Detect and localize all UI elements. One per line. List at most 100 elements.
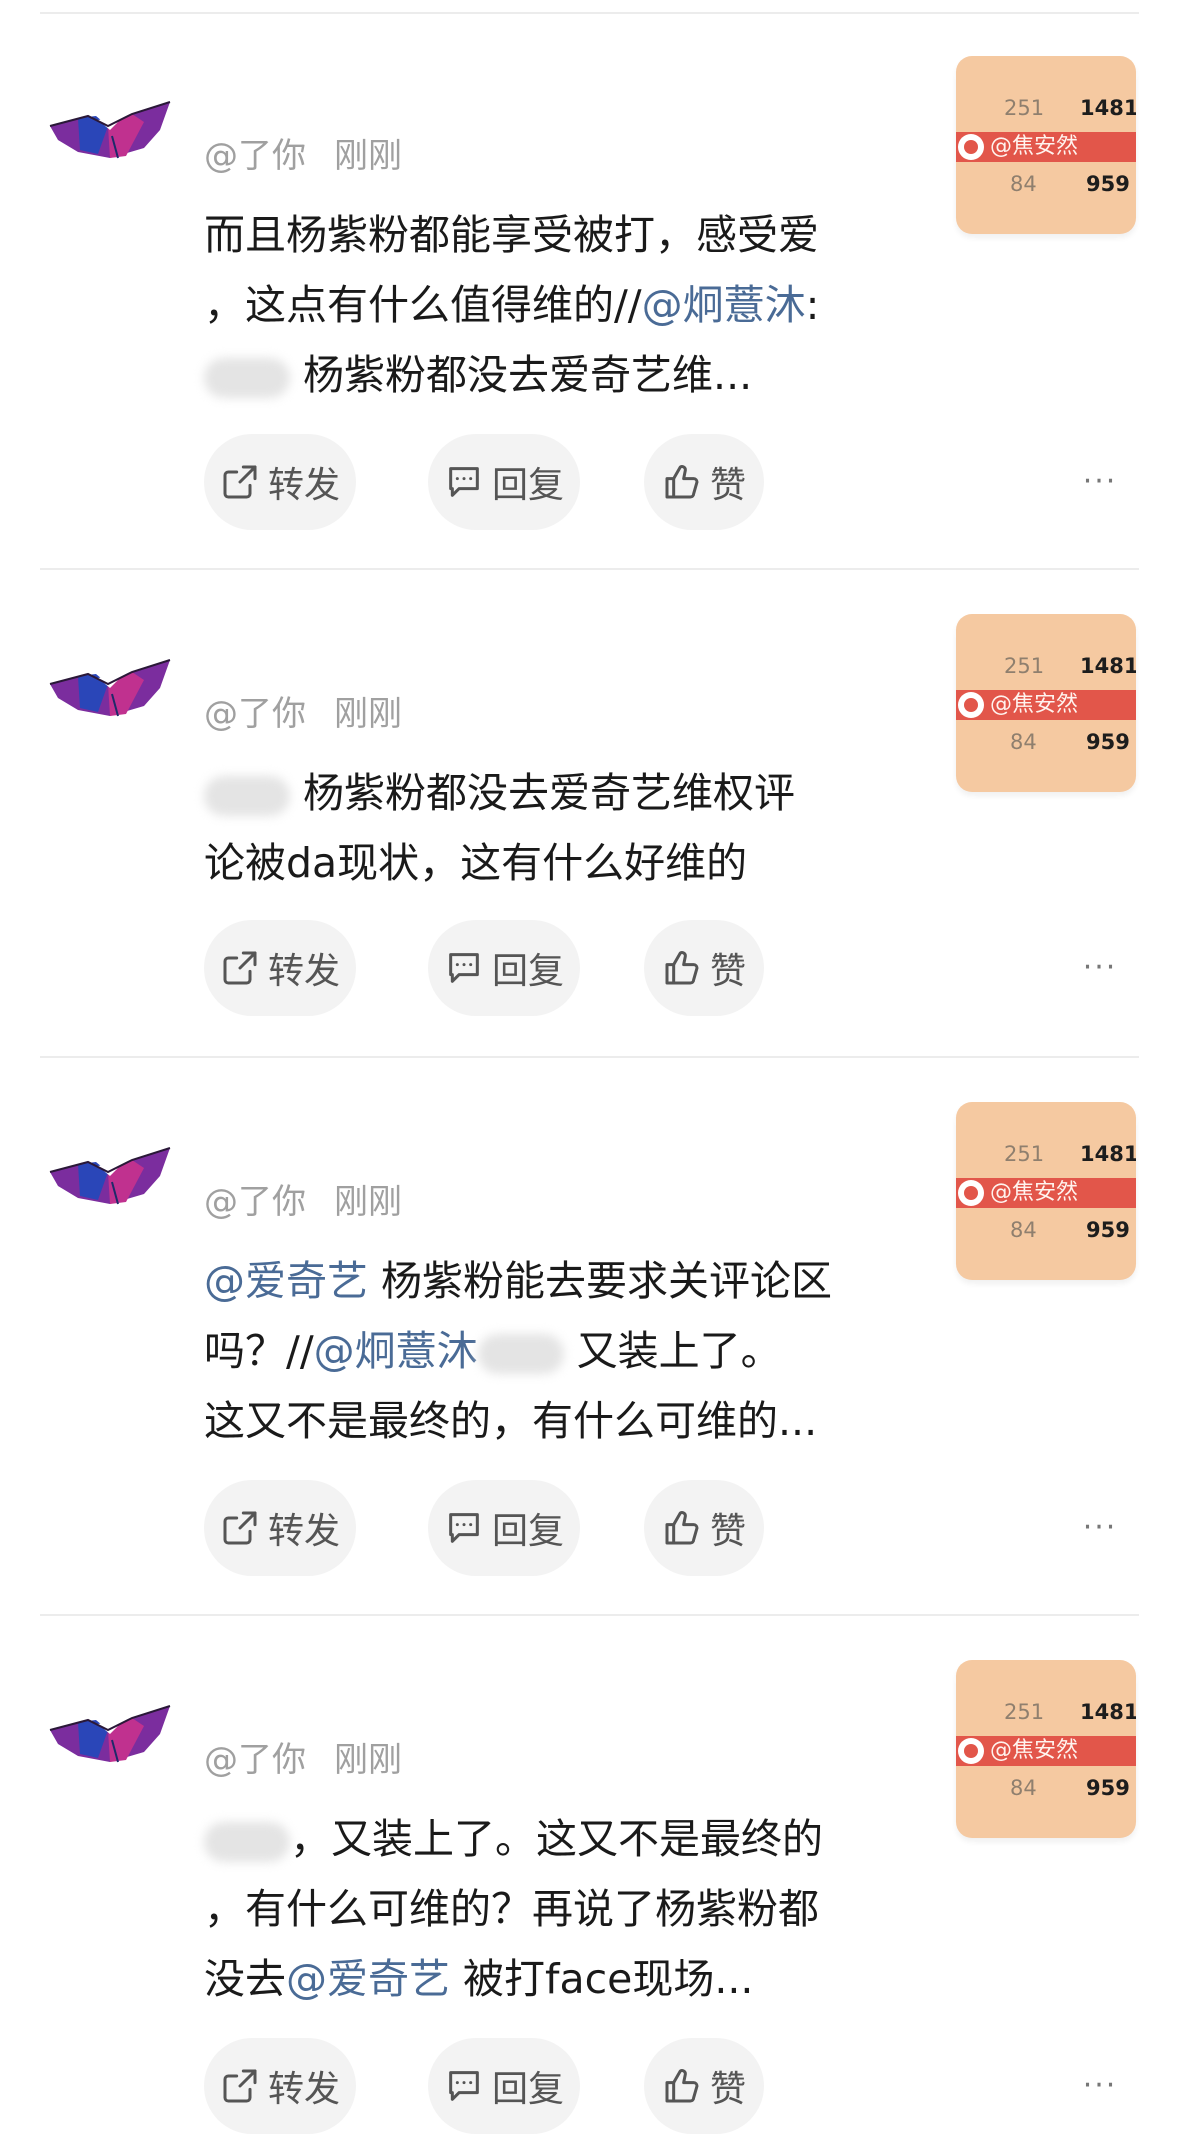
text-segment: 吗？// — [204, 1327, 314, 1375]
post-meta: @了你 刚刚 — [204, 1174, 402, 1223]
more-options-icon[interactable]: ··· — [1080, 953, 1120, 983]
avatar[interactable] — [48, 1142, 172, 1206]
like-button[interactable]: 赞 — [644, 920, 764, 1016]
thumb-number: 1481 — [1080, 1700, 1136, 1724]
weibo-logo-icon — [958, 1738, 984, 1764]
thumb-number: 251 — [1004, 96, 1045, 120]
divider — [40, 12, 1139, 14]
thumb-number: 251 — [1004, 1700, 1045, 1724]
reply-button[interactable]: 回复 — [428, 1480, 580, 1576]
attached-image-thumbnail[interactable]: 251 1481 @焦安然 84 959 — [956, 56, 1136, 234]
comment-text: 而且杨紫粉都能享受被打，感受爱 ，这点有什么值得维的//@炯薏沐: 杨紫粉都没去爱… — [204, 200, 924, 410]
redacted-name — [204, 358, 290, 398]
like-icon — [665, 1511, 699, 1545]
thumb-number: 1481 — [1080, 654, 1136, 678]
repost-icon — [223, 2069, 257, 2103]
repost-label: 转发 — [267, 951, 340, 992]
repost-icon — [223, 465, 257, 499]
comment-text: @爱奇艺 杨紫粉能去要求关评论区吗？//@炯薏沐 又装上了。这又不是最终的，有什… — [204, 1246, 924, 1456]
repost-button[interactable]: 转发 — [204, 434, 356, 530]
reply-label: 回复 — [491, 1511, 564, 1552]
divider — [40, 568, 1139, 570]
username[interactable]: @了你 — [204, 1740, 306, 1780]
reply-button[interactable]: 回复 — [428, 434, 580, 530]
thumb-number: 84 — [1010, 1776, 1037, 1800]
reply-icon — [449, 953, 479, 983]
more-options-icon[interactable]: ··· — [1080, 1513, 1120, 1543]
text-segment: 杨紫粉都没去爱奇艺维权评 — [290, 769, 796, 817]
timestamp: 刚刚 — [334, 694, 402, 734]
thumb-number: 959 — [1086, 1218, 1130, 1242]
repost-button[interactable]: 转发 — [204, 1480, 356, 1576]
post-meta: @了你 刚刚 — [204, 686, 402, 735]
attached-image-thumbnail[interactable]: 251 1481 @焦安然 84 959 — [956, 1660, 1136, 1838]
username[interactable]: @了你 — [204, 1182, 306, 1222]
repost-icon — [223, 1511, 257, 1545]
repost-button[interactable]: 转发 — [204, 2038, 356, 2134]
comment-line: 而且杨紫粉都能享受被打，感受爱 — [204, 200, 924, 270]
redacted-name — [204, 1822, 290, 1862]
thumb-number: 1481 — [1080, 96, 1136, 120]
like-button[interactable]: 赞 — [644, 434, 764, 530]
thumb-number: 84 — [1010, 730, 1037, 754]
reply-button[interactable]: 回复 — [428, 2038, 580, 2134]
post-meta: @了你 刚刚 — [204, 1732, 402, 1781]
comment-line: 杨紫粉都没去爱奇艺维权评 — [204, 758, 924, 828]
weibo-logo-icon — [958, 1180, 984, 1206]
username[interactable]: @了你 — [204, 136, 306, 176]
thumb-number: 959 — [1086, 172, 1130, 196]
comment-line: 这又不是最终的，有什么可维的... — [204, 1386, 924, 1456]
like-label: 赞 — [709, 1511, 746, 1552]
mention-link[interactable]: @炯薏沐 — [314, 1327, 478, 1375]
avatar-image — [49, 101, 171, 159]
like-label: 赞 — [709, 951, 746, 992]
avatar-image — [49, 659, 171, 717]
repost-label: 转发 — [267, 465, 340, 506]
repost-label: 转发 — [267, 1511, 340, 1552]
username[interactable]: @了你 — [204, 694, 306, 734]
repost-button[interactable]: 转发 — [204, 920, 356, 1016]
thumb-number: 84 — [1010, 172, 1037, 196]
more-options-icon[interactable]: ··· — [1080, 2071, 1120, 2101]
timestamp: 刚刚 — [334, 1740, 402, 1780]
text-segment: 又装上了。 — [563, 1327, 782, 1375]
timestamp: 刚刚 — [334, 136, 402, 176]
text-segment: : — [805, 281, 820, 329]
text-segment: ，这点有什么值得维的// — [204, 281, 642, 329]
comment-line: 论被da现状，这有什么好维的 — [204, 828, 924, 898]
attached-image-thumbnail[interactable]: 251 1481 @焦安然 84 959 — [956, 614, 1136, 792]
mention-link[interactable]: @爱奇艺 — [204, 1257, 368, 1305]
avatar[interactable] — [48, 1700, 172, 1764]
mention-link[interactable]: @爱奇艺 — [286, 1955, 450, 2003]
attached-image-thumbnail[interactable]: 251 1481 @焦安然 84 959 — [956, 1102, 1136, 1280]
thumb-number: 1481 — [1080, 1142, 1136, 1166]
reply-label: 回复 — [491, 2069, 564, 2110]
like-button[interactable]: 赞 — [644, 2038, 764, 2134]
like-icon — [665, 465, 699, 499]
text-segment: ，又装上了。这又不是最终的 — [290, 1815, 823, 1863]
like-button[interactable]: 赞 — [644, 1480, 764, 1576]
text-segment: 杨紫粉能去要求关评论区 — [368, 1257, 833, 1305]
comment-text: 杨紫粉都没去爱奇艺维权评论被da现状，这有什么好维的 — [204, 758, 924, 898]
text-segment: 这又不是最终的，有什么可维的... — [204, 1397, 818, 1445]
reply-label: 回复 — [491, 465, 564, 506]
timestamp: 刚刚 — [334, 1182, 402, 1222]
avatar[interactable] — [48, 96, 172, 160]
avatar-image — [49, 1705, 171, 1763]
thumb-number: 251 — [1004, 654, 1045, 678]
avatar[interactable] — [48, 654, 172, 718]
text-segment: 杨紫粉都没去爱奇艺维... — [290, 351, 753, 399]
divider — [40, 1056, 1139, 1058]
comment-line: ，又装上了。这又不是最终的 — [204, 1804, 924, 1874]
comment-line: ，有什么可维的？再说了杨紫粉都 — [204, 1874, 924, 1944]
reply-button[interactable]: 回复 — [428, 920, 580, 1016]
comment-line: @爱奇艺 杨紫粉能去要求关评论区 — [204, 1246, 924, 1316]
thumb-number: 959 — [1086, 1776, 1130, 1800]
weibo-logo-icon — [958, 692, 984, 718]
like-label: 赞 — [709, 2069, 746, 2110]
avatar-image — [49, 1147, 171, 1205]
comment-text: ，又装上了。这又不是最终的 ，有什么可维的？再说了杨紫粉都 没去@爱奇艺 被打fac… — [204, 1804, 924, 2014]
text-segment: 没去 — [204, 1955, 286, 2003]
mention-link[interactable]: @炯薏沐 — [642, 281, 806, 329]
more-options-icon[interactable]: ··· — [1080, 467, 1120, 497]
